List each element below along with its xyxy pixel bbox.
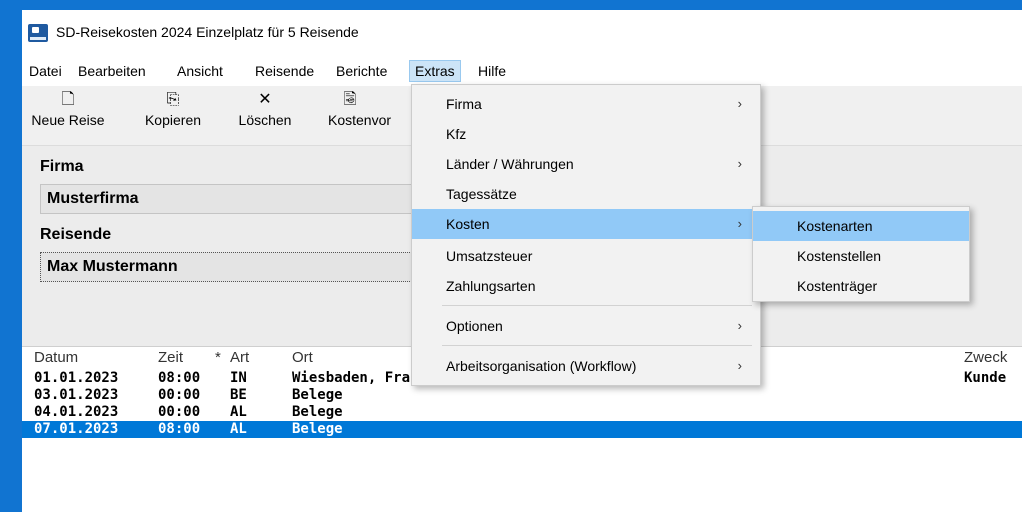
submenu-item-kostentraeger[interactable]: Kostenträger [753,271,969,301]
menu-item-firma[interactable]: Firma › [412,89,760,119]
menu-extras[interactable]: Extras [409,60,461,82]
col-header-zeit[interactable]: Zeit [158,349,183,366]
window-border-left [0,0,22,512]
new-trip-button[interactable]: 🗋 Neue Reise [28,88,108,142]
new-trip-label: Neue Reise [31,112,105,128]
menu-item-optionen[interactable]: Optionen › [412,311,760,341]
col-header-star[interactable]: * [215,349,221,366]
cell-datum: 04.01.2023 [34,404,119,420]
table-row[interactable]: 03.01.2023 00:00 BE Belege [22,387,1022,404]
copy-icon: ⎘ [166,91,180,108]
menu-item-label: Optionen [446,318,503,334]
cell-zeit: 08:00 [158,421,201,437]
chevron-right-icon: › [737,216,742,231]
cost-preview-label: Kostenvor [328,112,392,128]
cell-zeit: 00:00 [158,404,201,420]
menu-bearbeiten[interactable]: Bearbeiten [73,60,151,82]
menu-hilfe[interactable]: Hilfe [473,60,511,82]
cell-art: AL [230,404,247,420]
reisende-label: Reisende [40,226,112,243]
menu-bar: Datei Bearbeiten Ansicht Reisende Berich… [22,60,1022,82]
table-row[interactable]: 04.01.2023 00:00 AL Belege [22,404,1022,421]
reisende-field[interactable]: Max Mustermann [40,252,440,282]
firma-label: Firma [40,158,84,175]
menu-berichte[interactable]: Berichte [331,60,392,82]
chevron-right-icon: › [737,156,742,171]
copy-button[interactable]: ⎘ Kopieren [138,88,208,142]
menu-reisende[interactable]: Reisende [250,60,319,82]
cell-zweck: Kunde [964,370,1007,386]
copy-label: Kopieren [144,112,202,128]
menu-item-kosten[interactable]: Kosten › [412,209,760,239]
menu-datei[interactable]: Datei [24,60,67,82]
cell-ort: Belege [292,387,343,403]
cell-zeit: 08:00 [158,370,201,386]
menu-item-label: Umsatzsteuer [446,248,533,264]
cell-art: IN [230,370,247,386]
menu-item-tagessaetze[interactable]: Tagessätze [412,179,760,209]
menu-item-label: Kosten [446,216,490,232]
new-document-icon: 🗋 [61,91,75,108]
table-row-selected[interactable]: 07.01.2023 08:00 AL Belege [22,421,1022,438]
menu-item-laender-waehrungen[interactable]: Länder / Währungen › [412,149,760,179]
menu-item-label: Firma [446,96,482,112]
col-header-datum[interactable]: Datum [34,349,78,366]
menu-item-zahlungsarten[interactable]: Zahlungsarten [412,271,760,301]
cell-ort: Belege [292,404,343,420]
cell-art: AL [230,421,247,437]
submenu-item-kostenstellen[interactable]: Kostenstellen [753,241,969,271]
delete-label: Löschen [238,112,292,128]
menu-item-arbeitsorganisation[interactable]: Arbeitsorganisation (Workflow) › [412,351,760,381]
menu-item-label: Zahlungsarten [446,278,536,294]
cost-preview-button[interactable]: 🗟 Kostenvor [322,88,408,142]
app-icon [28,24,48,42]
chevron-right-icon: › [737,358,742,373]
firma-field[interactable]: Musterfirma [40,184,440,214]
extras-dropdown-menu: Firma › Kfz Länder / Währungen › Tagessä… [411,84,761,386]
menu-item-label: Tagessätze [446,186,517,202]
menu-item-label: Kfz [446,126,467,142]
col-header-zweck[interactable]: Zweck [964,349,1007,366]
cell-datum: 03.01.2023 [34,387,119,403]
menu-separator [442,345,752,346]
menu-ansicht[interactable]: Ansicht [172,60,228,82]
menu-item-umsatzsteuer[interactable]: Umsatzsteuer [412,241,760,271]
menu-item-label: Arbeitsorganisation (Workflow) [446,358,637,374]
menu-item-label: Länder / Währungen [446,156,574,172]
cell-datum: 01.01.2023 [34,370,119,386]
menu-item-kfz[interactable]: Kfz [412,119,760,149]
kosten-submenu: Kostenarten Kostenstellen Kostenträger [752,206,970,302]
menu-separator [442,305,752,306]
chevron-right-icon: › [737,318,742,333]
cell-datum: 07.01.2023 [34,421,119,437]
col-header-art[interactable]: Art [230,349,249,366]
window-border-top [0,0,1022,10]
submenu-item-kostenarten[interactable]: Kostenarten [753,211,969,241]
cell-ort: Belege [292,421,343,437]
delete-x-icon: ✕ [258,91,272,108]
preview-icon: 🗟 [343,91,357,108]
delete-button[interactable]: ✕ Löschen [232,88,298,142]
cell-zeit: 00:00 [158,387,201,403]
title-bar[interactable]: SD-Reisekosten 2024 Einzelplatz für 5 Re… [22,10,1022,50]
col-header-ort[interactable]: Ort [292,349,313,366]
window-title: SD-Reisekosten 2024 Einzelplatz für 5 Re… [56,24,359,40]
chevron-right-icon: › [737,96,742,111]
cell-art: BE [230,387,247,403]
